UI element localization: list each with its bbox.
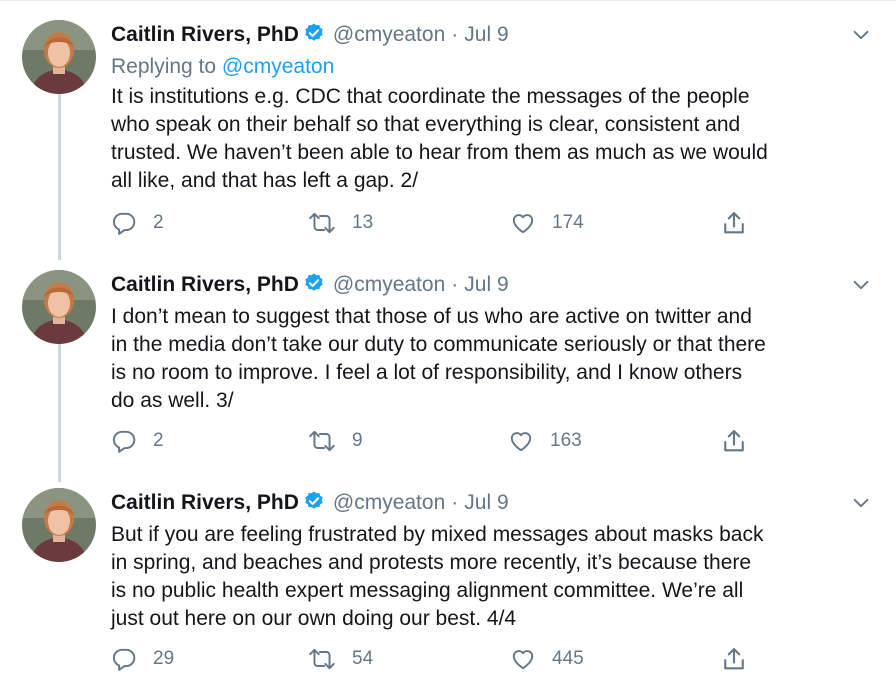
tweet-text-line: But if you are feeling frustrated by mix… [111, 523, 764, 546]
author-handle[interactable]: @cmyeaton [333, 491, 445, 514]
like-count: 174 [552, 212, 584, 233]
tweet-text-line: who speak on their behalf so that everyt… [111, 113, 741, 136]
share-button[interactable] [720, 426, 748, 456]
like-count: 445 [552, 648, 584, 669]
retweet-button[interactable]: 54 [308, 644, 373, 674]
share-button[interactable] [720, 644, 748, 674]
author-name[interactable]: Caitlin Rivers, PhD [111, 273, 299, 296]
reply-icon [111, 210, 137, 236]
avatar[interactable] [22, 270, 96, 344]
chevron-down-icon[interactable] [850, 274, 872, 301]
like-icon [510, 646, 536, 672]
tweet-header: Caitlin Rivers, PhD @cmyeaton · Jul 9 [111, 20, 509, 50]
verified-badge-icon [303, 490, 325, 521]
replying-to-label: Replying to [111, 55, 217, 78]
like-icon [510, 210, 536, 236]
reply-icon [111, 646, 137, 672]
tweet[interactable]: Caitlin Rivers, PhD @cmyeaton · Jul 9 But i… [0, 488, 896, 686]
tweet[interactable]: Caitlin Rivers, PhD @cmyeaton · Jul 9 I don… [0, 270, 896, 470]
replying-to-handle[interactable]: @cmyeaton [222, 55, 334, 78]
tweet-text-line: in spring, and beaches and protests more… [111, 551, 752, 574]
tweet-header: Caitlin Rivers, PhD @cmyeaton · Jul 9 [111, 270, 509, 300]
reply-button[interactable]: 2 [111, 426, 164, 456]
retweet-icon [308, 210, 336, 236]
tweet-date[interactable]: Jul 9 [464, 491, 508, 514]
reply-count: 2 [153, 212, 164, 233]
verified-badge-icon [303, 22, 325, 53]
tweet-text: It is institutions e.g. CDC that coordin… [111, 83, 881, 195]
share-button[interactable] [720, 208, 748, 238]
chevron-down-icon[interactable] [850, 492, 872, 519]
share-icon [720, 209, 748, 237]
tweet-text-line: do as well. 3/ [111, 389, 234, 412]
author-name[interactable]: Caitlin Rivers, PhD [111, 491, 299, 514]
author-handle[interactable]: @cmyeaton [333, 273, 445, 296]
tweet-text-line: in the media don’t take our duty to comm… [111, 333, 766, 356]
reply-count: 2 [153, 430, 164, 451]
retweet-count: 13 [352, 212, 374, 233]
separator-dot: · [451, 23, 459, 46]
avatar[interactable] [22, 20, 96, 94]
retweet-button[interactable]: 13 [308, 208, 373, 238]
retweet-icon [308, 646, 336, 672]
retweet-count: 54 [352, 648, 374, 669]
reply-icon [111, 428, 137, 454]
like-count: 163 [550, 430, 582, 451]
retweet-button[interactable]: 9 [308, 426, 363, 456]
share-icon [720, 427, 748, 455]
like-button[interactable]: 163 [508, 426, 582, 456]
tweet-text-line: is no public health expert messaging ali… [111, 579, 744, 602]
tweet-text-line: all like, and that has left a gap. 2/ [111, 169, 419, 192]
author-name[interactable]: Caitlin Rivers, PhD [111, 23, 299, 46]
tweet-text: I don’t mean to suggest that those of us… [111, 303, 881, 415]
tweet-text-line: is no room to improve. I feel a lot of r… [111, 361, 743, 384]
separator-dot: · [451, 273, 459, 296]
separator-dot: · [451, 491, 459, 514]
avatar[interactable] [22, 488, 96, 562]
share-icon [720, 645, 748, 673]
like-button[interactable]: 174 [510, 208, 584, 238]
tweet-date[interactable]: Jul 9 [464, 23, 508, 46]
reply-count: 29 [153, 648, 175, 669]
chevron-down-icon[interactable] [850, 24, 872, 51]
retweet-count: 9 [352, 430, 363, 451]
tweet-text-line: It is institutions e.g. CDC that coordin… [111, 85, 750, 108]
tweet-text-line: trusted. We haven’t been able to hear fr… [111, 141, 768, 164]
tweet-date[interactable]: Jul 9 [464, 273, 508, 296]
tweet[interactable]: Caitlin Rivers, PhD @cmyeaton · Jul 9 Reply… [0, 20, 896, 250]
like-button[interactable]: 445 [510, 644, 584, 674]
reply-button[interactable]: 29 [111, 644, 174, 674]
reply-button[interactable]: 2 [111, 208, 164, 238]
verified-badge-icon [303, 272, 325, 303]
author-handle[interactable]: @cmyeaton [333, 23, 445, 46]
tweet-text-line: I don’t mean to suggest that those of us… [111, 305, 752, 328]
replying-to: Replying to @cmyeaton [111, 52, 334, 82]
tweet-header: Caitlin Rivers, PhD @cmyeaton · Jul 9 [111, 488, 509, 518]
like-icon [508, 428, 534, 454]
top-divider [0, 0, 896, 1]
tweet-text-line: just out here on our own doing our best.… [111, 607, 517, 630]
tweet-text: But if you are feeling frustrated by mix… [111, 521, 881, 633]
retweet-icon [308, 428, 336, 454]
